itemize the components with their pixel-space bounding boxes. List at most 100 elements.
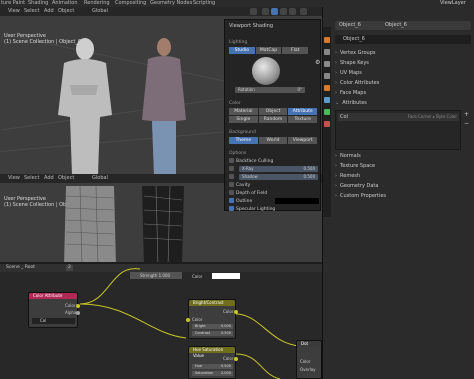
- bright-output-socket[interactable]: [234, 310, 238, 314]
- menu-select[interactable]: Select: [24, 8, 39, 15]
- rotation-label: Rotation: [238, 87, 255, 92]
- section-shape-keys[interactable]: › Shape Keys: [335, 59, 474, 67]
- view-layer-label[interactable]: ViewLayer: [440, 0, 466, 7]
- material-tab-icon[interactable]: [324, 121, 330, 127]
- alpha-output-socket[interactable]: [76, 311, 80, 315]
- section-texture-space[interactable]: › Texture Space: [335, 162, 474, 170]
- tab-animation[interactable]: Animation: [52, 0, 78, 7]
- color-input-swatch[interactable]: [212, 273, 240, 279]
- wireframe-icon[interactable]: [262, 8, 269, 15]
- transform-orientation[interactable]: Global: [92, 8, 108, 15]
- tab-geometry-nodes[interactable]: Geometry Nodes: [150, 0, 192, 7]
- section-attributes[interactable]: ⌄ Attributes: [335, 99, 474, 107]
- menu-select-bottom[interactable]: Select: [24, 175, 39, 182]
- section-vertex-groups[interactable]: › Vertex Groups: [335, 49, 474, 57]
- contrast-field[interactable]: Contrast 0.500: [192, 331, 233, 336]
- output-tab-icon[interactable]: [324, 61, 330, 67]
- color-mode-row1: Material Object Attribute: [229, 108, 318, 115]
- xray-icon[interactable]: [250, 8, 257, 15]
- lighting-mode-selector: Studio MatCap Flat: [229, 47, 309, 54]
- menu-add[interactable]: Add: [44, 8, 54, 15]
- textured-figure: [142, 38, 186, 174]
- background-theme-button[interactable]: Theme: [229, 137, 258, 144]
- menu-add-bottom[interactable]: Add: [44, 175, 54, 182]
- outline-color-swatch[interactable]: [275, 198, 319, 204]
- background-viewport-button[interactable]: Viewport: [288, 137, 318, 144]
- specular-lighting-checkbox[interactable]: Specular Lighting: [229, 206, 275, 213]
- scene-tab-icon[interactable]: [324, 73, 330, 79]
- transform-orientation-bottom[interactable]: Global: [92, 175, 108, 182]
- solid-shading-icon[interactable]: [271, 8, 278, 15]
- color-random-button[interactable]: Random: [258, 116, 288, 123]
- attribute-name-field[interactable]: Col: [32, 318, 75, 324]
- section-uv-maps[interactable]: › UV Maps: [335, 69, 474, 77]
- section-normals[interactable]: › Normals: [335, 152, 474, 160]
- remove-attribute-icon[interactable]: −: [464, 120, 469, 127]
- gear-icon[interactable]: ⚙: [315, 59, 320, 66]
- object-breadcrumb[interactable]: Object_6 Object_6: [335, 21, 471, 30]
- xray-slider[interactable]: X-Ray 0.500: [239, 166, 318, 172]
- color-attribute-node[interactable]: Color Attribute Color Alpha Col: [28, 292, 80, 328]
- background-world-button[interactable]: World: [258, 137, 288, 144]
- hue-field[interactable]: Hue 0.500: [192, 364, 233, 369]
- depth-of-field-checkbox[interactable]: Depth of Field: [229, 190, 267, 197]
- tool-tab-icon[interactable]: [324, 37, 330, 43]
- menu-object-bottom[interactable]: Object: [58, 175, 74, 182]
- menu-object[interactable]: Object: [58, 8, 74, 15]
- tab-shading[interactable]: Shading: [28, 0, 48, 7]
- color-input-label: Color: [192, 274, 203, 279]
- menu-view[interactable]: View: [8, 8, 20, 15]
- saturation-field[interactable]: Saturation 2.000: [192, 371, 233, 376]
- strength-field[interactable]: Strength 1.000: [130, 272, 182, 279]
- tab-compositing[interactable]: Compositing: [115, 0, 146, 7]
- color-object-button[interactable]: Object: [258, 108, 288, 115]
- lighting-flat-button[interactable]: Flat: [282, 47, 309, 54]
- studio-light-preview[interactable]: [252, 57, 280, 85]
- attribute-item[interactable]: Col Face Corner ▸ Byte Color: [338, 113, 459, 121]
- section-remesh[interactable]: › Remesh: [335, 172, 474, 180]
- color-single-button[interactable]: Single: [229, 116, 258, 123]
- hue-saturation-value-node[interactable]: Hue Saturation Value Color Hue 0.500 Satu…: [188, 346, 238, 379]
- xray-checkbox[interactable]: [229, 166, 236, 173]
- lighting-label: Lighting: [229, 40, 248, 45]
- modifier-tab-icon[interactable]: [324, 97, 330, 103]
- shadow-slider[interactable]: Shadow 0.500: [239, 174, 318, 180]
- hsv-node-title: Hue Saturation Value: [189, 347, 235, 358]
- area-divider[interactable]: [322, 7, 323, 379]
- backface-culling-checkbox[interactable]: Backface Culling: [229, 158, 273, 165]
- shader-node-editor[interactable]: Scene _ Root 2 Strength 1.000 Color Colo…: [0, 264, 322, 379]
- lighting-matcap-button[interactable]: MatCap: [255, 47, 282, 54]
- shading-dropdown-icon[interactable]: [300, 8, 307, 15]
- section-color-attributes[interactable]: › Color Attributes: [335, 79, 474, 87]
- menu-view-bottom[interactable]: View: [8, 175, 20, 182]
- bright-contrast-node[interactable]: Bright/Contrast Color Color Bright 0.000 …: [186, 299, 238, 339]
- section-custom-properties[interactable]: › Custom Properties: [335, 192, 474, 200]
- properties-panel: Object_6 Object_6 Object_6 › Vertex Group…: [323, 7, 474, 379]
- tab-texture-paint[interactable]: ture Paint: [1, 0, 25, 7]
- object-tab-icon[interactable]: [324, 85, 330, 91]
- section-geometry-data[interactable]: › Geometry Data: [335, 182, 474, 190]
- color-attribute-button[interactable]: Attribute: [288, 108, 318, 115]
- rendered-shading-icon[interactable]: [289, 8, 296, 15]
- color-output-socket[interactable]: [76, 304, 80, 308]
- mesh-data-selector[interactable]: Object_6: [335, 35, 471, 44]
- mesh-data-tab-icon[interactable]: [324, 109, 330, 115]
- shadow-checkbox[interactable]: [229, 174, 236, 181]
- tab-scripting[interactable]: Scripting: [193, 0, 215, 7]
- bright-input-socket[interactable]: [186, 318, 190, 322]
- bright-field[interactable]: Bright 0.000: [192, 324, 233, 329]
- material-preview-icon[interactable]: [280, 8, 287, 15]
- alpha-output-label: Alpha: [65, 310, 77, 315]
- dot-node[interactable]: Dot Color Overlay: [296, 340, 322, 379]
- rotation-field[interactable]: Rotation 0°: [235, 87, 305, 93]
- lighting-studio-button[interactable]: Studio: [229, 47, 255, 54]
- color-texture-button[interactable]: Texture: [288, 116, 318, 123]
- add-attribute-icon[interactable]: +: [464, 111, 469, 118]
- hsv-output-socket[interactable]: [234, 357, 238, 361]
- tab-rendering[interactable]: Rendering: [84, 0, 110, 7]
- cavity-checkbox[interactable]: Cavity: [229, 182, 250, 189]
- outline-checkbox[interactable]: Outline: [229, 198, 252, 205]
- render-tab-icon[interactable]: [324, 49, 330, 55]
- color-material-button[interactable]: Material: [229, 108, 258, 115]
- section-face-maps[interactable]: › Face Maps: [335, 89, 474, 97]
